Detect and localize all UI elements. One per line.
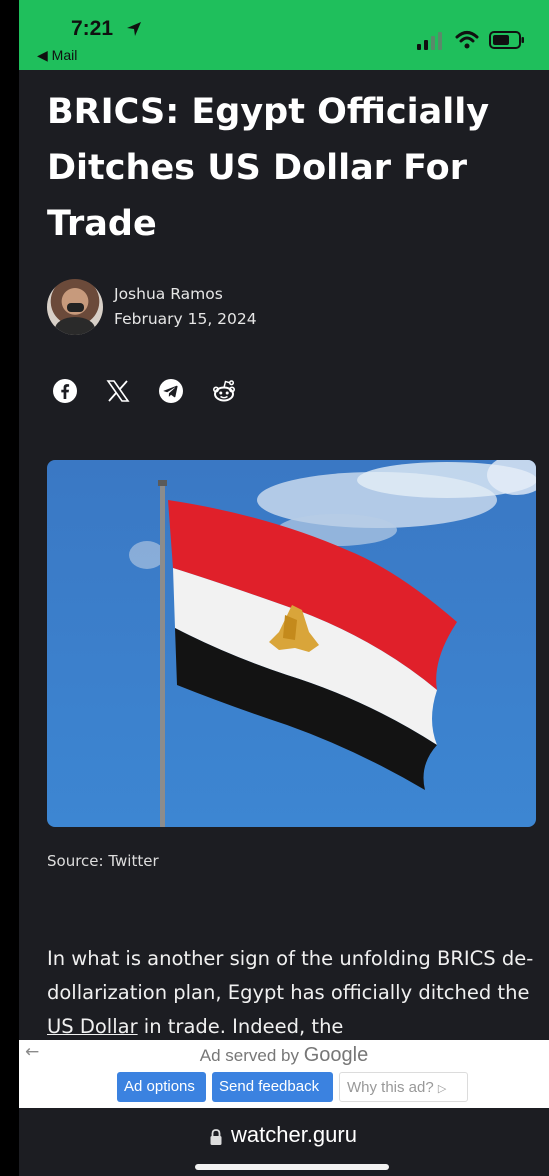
google-logo-text: Google [303,1044,369,1066]
ad-options-button[interactable]: Ad options [117,1072,206,1102]
body-text-start: In what is another sign of the unfolding… [47,947,534,1004]
us-dollar-link[interactable]: US Dollar [47,1015,138,1038]
ad-served-by: Ad served by Google [19,1044,549,1067]
reddit-icon[interactable] [211,378,237,404]
why-this-ad-label: Why this ad? [347,1079,434,1096]
egypt-flag-photo [47,460,536,827]
article-hero-image [47,460,536,827]
cellular-signal-icon [417,32,442,50]
status-bar: 7:21 ◀ Mail [19,0,549,70]
avatar-shirt-shape [55,317,95,335]
facebook-icon[interactable] [52,378,78,404]
home-indicator[interactable] [195,1164,389,1170]
article-title: BRICS: Egypt Officially Ditches US Dolla… [47,92,490,244]
avatar-mask-shape [67,303,84,312]
article-body: In what is another sign of the unfolding… [47,942,542,1044]
play-triangle-icon: ▷ [437,1083,447,1095]
x-icon[interactable] [105,378,131,404]
location-arrow-icon [127,22,141,36]
status-time: 7:21 [71,17,114,40]
send-feedback-button[interactable]: Send feedback [212,1072,333,1102]
telegram-icon[interactable] [158,378,184,404]
publish-date: February 15, 2024 [114,310,257,328]
phone-screen: 7:21 ◀ Mail BRICS: Egypt Officially Ditc… [19,0,549,1176]
back-to-mail-link[interactable]: ◀ Mail [37,47,77,64]
wifi-icon [455,31,479,49]
ad-served-label: Ad served by [199,1046,299,1065]
why-this-ad-button[interactable]: Why this ad? ▷ [339,1072,468,1102]
lock-icon [210,1129,222,1145]
body-text-end: in trade. Indeed, the [137,1015,344,1038]
author-avatar[interactable] [47,279,103,335]
image-caption: Source: Twitter [47,852,159,870]
author-name[interactable]: Joshua Ramos [114,285,223,303]
battery-icon [489,31,524,49]
url-text[interactable]: watcher.guru [231,1122,357,1148]
ad-feedback-bar: ← Ad served by Google Ad options Send fe… [19,1040,549,1108]
